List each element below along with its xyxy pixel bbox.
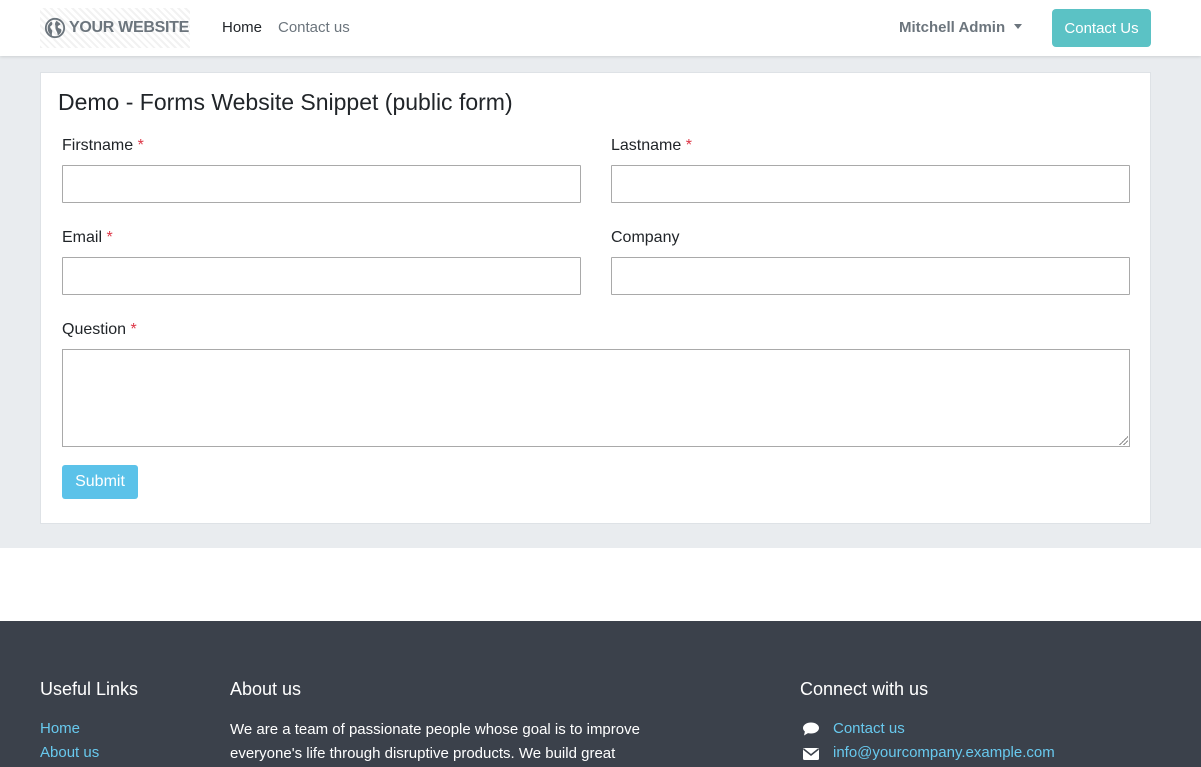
top-navbar: YOUR WEBSITE Home Contact us Mitchell Ad… — [0, 0, 1201, 56]
question-label: Question * — [62, 321, 137, 339]
question-label-text: Question — [62, 321, 127, 338]
user-menu-dropdown[interactable]: Mitchell Admin — [899, 19, 1023, 36]
required-marker: * — [130, 321, 137, 338]
form-card: Demo - Forms Website Snippet (public for… — [40, 72, 1151, 524]
form-title: Demo - Forms Website Snippet (public for… — [58, 89, 513, 115]
footer-email-link[interactable]: info@yourcompany.example.com — [833, 744, 1055, 761]
globe-icon — [44, 17, 66, 39]
company-input[interactable] — [611, 257, 1130, 295]
nav-link-home[interactable]: Home — [222, 19, 262, 36]
firstname-input[interactable] — [62, 165, 581, 203]
email-label: Email * — [62, 229, 113, 247]
firstname-label-text: Firstname — [62, 137, 134, 154]
caret-down-icon — [1014, 24, 1023, 29]
user-menu-label: Mitchell Admin — [899, 19, 1006, 36]
lastname-label-text: Lastname — [611, 137, 682, 154]
nav-link-contact-us[interactable]: Contact us — [278, 19, 350, 36]
lastname-label: Lastname * — [611, 137, 692, 155]
connect-title: Connect with us — [800, 679, 929, 699]
about-us-title: About us — [230, 679, 302, 699]
firstname-label: Firstname * — [62, 137, 144, 155]
about-us-text: We are a team of passionate people whose… — [230, 721, 640, 762]
required-marker: * — [137, 137, 144, 154]
envelope-icon — [803, 748, 819, 760]
required-marker: * — [685, 137, 692, 154]
required-marker: * — [106, 229, 113, 246]
comment-icon — [803, 722, 819, 736]
footer-link-about-us[interactable]: About us — [40, 744, 99, 761]
lastname-input[interactable] — [611, 165, 1130, 203]
site-logo[interactable]: YOUR WEBSITE — [40, 8, 190, 48]
email-label-text: Email — [62, 229, 103, 246]
useful-links-title: Useful Links — [40, 679, 139, 699]
logo-text: YOUR WEBSITE — [69, 19, 189, 36]
submit-button[interactable]: Submit — [62, 465, 138, 499]
resize-handle-icon[interactable] — [1118, 435, 1128, 445]
content-spacer — [0, 548, 1201, 621]
footer-contact-us-link[interactable]: Contact us — [833, 720, 905, 737]
company-label: Company — [611, 229, 679, 247]
footer: Useful Links Home About us About us We a… — [0, 621, 1201, 767]
email-input[interactable] — [62, 257, 581, 295]
question-textarea[interactable] — [62, 349, 1130, 447]
company-label-text: Company — [611, 229, 680, 246]
footer-link-home[interactable]: Home — [40, 720, 80, 737]
contact-us-button[interactable]: Contact Us — [1052, 9, 1151, 47]
